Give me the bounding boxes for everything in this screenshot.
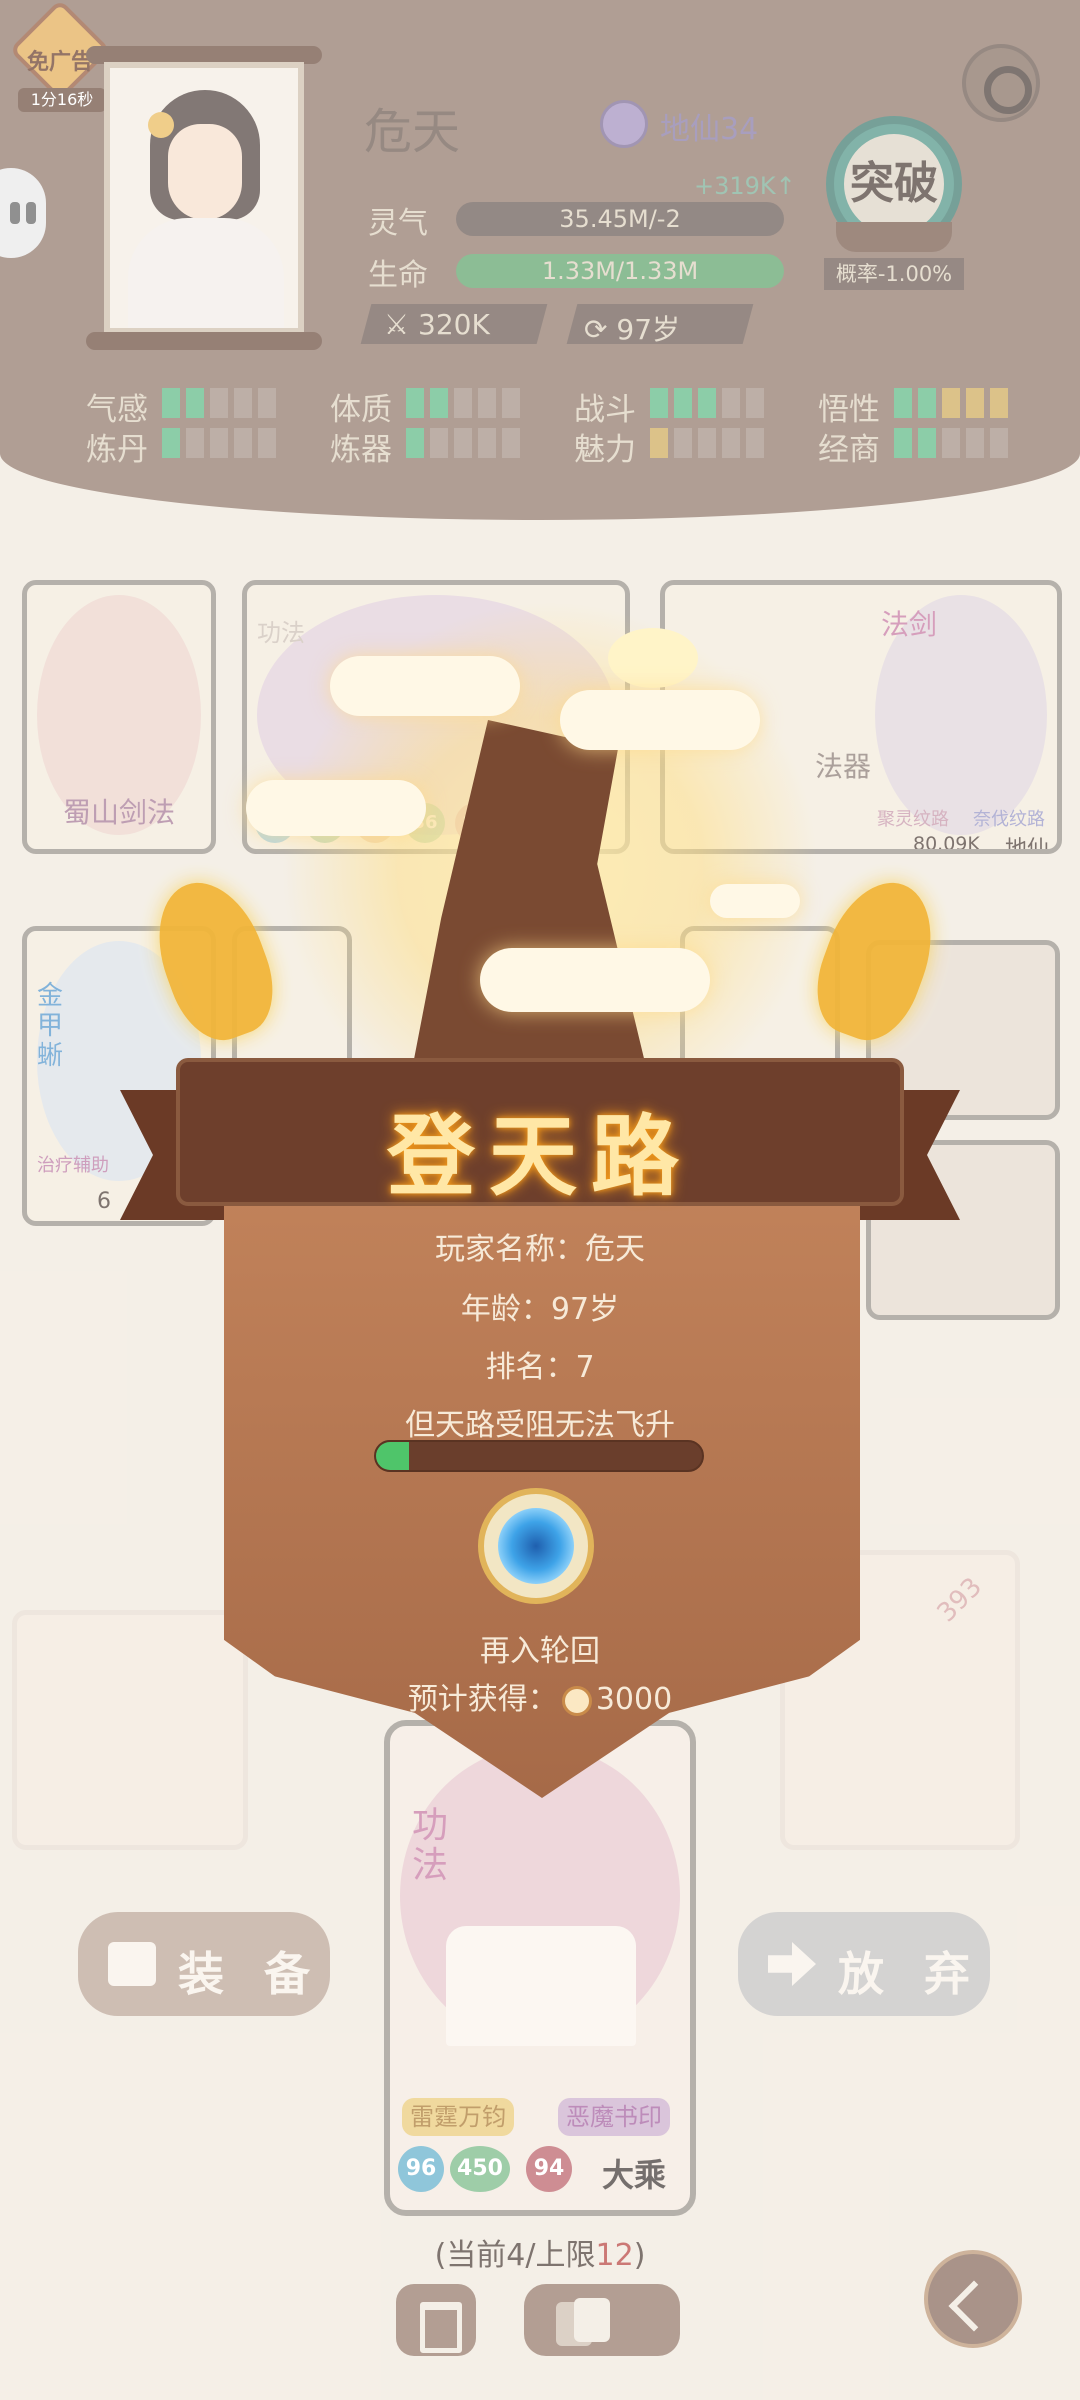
cloud <box>560 690 760 750</box>
ascension-progress <box>374 1440 704 1472</box>
coin-icon <box>561 1685 592 1716</box>
tree-illustration <box>608 628 698 688</box>
reward-value: 3000 <box>595 1682 673 1717</box>
cloud <box>330 656 520 716</box>
cloud <box>246 780 426 836</box>
cloud <box>480 948 710 1012</box>
dialog-rank: 排名：7 <box>485 1350 595 1385</box>
reincarnate-label: 再入轮回 <box>480 1634 600 1669</box>
ascension-progress-fill <box>376 1442 409 1470</box>
dialog-age: 年龄：97岁 <box>460 1292 620 1327</box>
expected-reward: 预计获得： 3000 <box>0 1674 1080 1718</box>
dialog-player-name: 玩家名称：危天 <box>435 1232 645 1267</box>
dialog-note: 但天路受阻无法飞升 <box>405 1408 675 1443</box>
dialog-banner: 登天路 <box>176 1058 904 1208</box>
dialog-title: 登天路 <box>386 1104 693 1208</box>
reward-prefix: 预计获得： <box>407 1682 558 1717</box>
reincarnate-button[interactable] <box>478 1488 594 1604</box>
cloud <box>710 884 800 918</box>
